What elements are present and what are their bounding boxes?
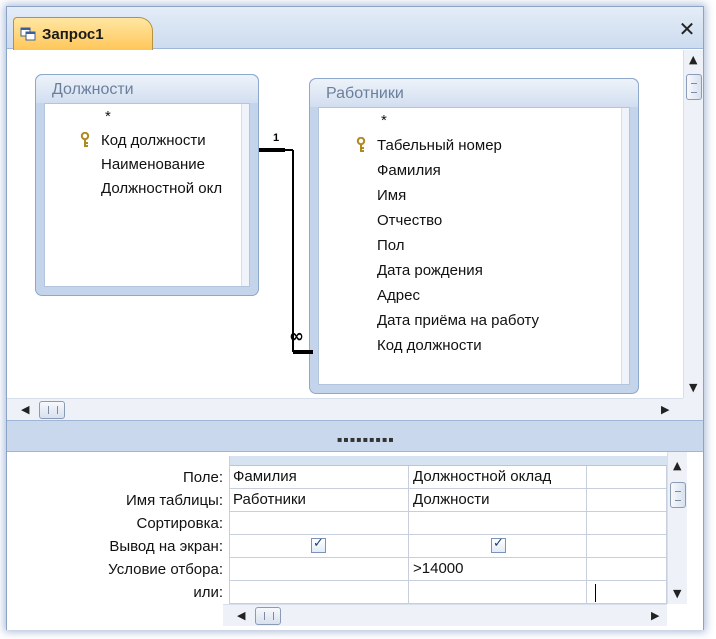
row-label-or: или:	[193, 584, 223, 601]
grid-cell-empty[interactable]	[587, 512, 667, 535]
grid-cell-table[interactable]: Должности	[409, 489, 587, 512]
grid-cell-table[interactable]: Работники	[229, 489, 409, 512]
show-checkbox[interactable]	[491, 536, 506, 553]
field-list-scrollbar[interactable]	[241, 104, 249, 286]
field-list-scrollbar[interactable]	[621, 108, 629, 384]
scroll-thumb[interactable]	[255, 607, 281, 625]
key-icon	[79, 131, 91, 148]
grid-cell-or[interactable]	[229, 581, 409, 604]
table-diagram-pane[interactable]: Должности * Код должности Наименование Д…	[7, 50, 683, 398]
field-item[interactable]: Имя	[377, 187, 406, 204]
row-label-sort: Сортировка:	[136, 515, 224, 532]
scroll-down-icon[interactable]: ▼	[673, 588, 681, 600]
grid-cell-empty[interactable]	[587, 535, 667, 558]
pane-splitter[interactable]: ▪▪▪▪▪▪▪▪▪	[7, 420, 703, 452]
query-design-grid: Поле: Имя таблицы: Сортировка: Вывод на …	[7, 452, 703, 630]
diagram-horizontal-scrollbar[interactable]: ◀ ▶	[7, 398, 683, 420]
scroll-thumb[interactable]	[686, 74, 702, 100]
key-icon	[355, 136, 367, 153]
tab-query1[interactable]: Запрос1	[13, 17, 153, 50]
grid-cell-or[interactable]	[409, 581, 587, 604]
row-label-show: Вывод на экран:	[109, 538, 223, 555]
grid-horizontal-scrollbar[interactable]: ◀ ▶	[223, 604, 667, 626]
grid-vertical-scrollbar[interactable]: ▲ ▼	[667, 452, 687, 604]
close-icon[interactable]: ✕	[677, 19, 697, 39]
scroll-left-icon[interactable]: ◀	[237, 610, 245, 622]
field-item[interactable]: Код должности	[377, 337, 482, 354]
scroll-corner	[683, 398, 703, 420]
scroll-up-icon[interactable]: ▲	[673, 460, 681, 472]
column-selector-strip[interactable]	[229, 456, 667, 466]
splitter-grip-icon[interactable]: ▪▪▪▪▪▪▪▪▪	[337, 435, 395, 444]
query-designer-window: Запрос1 ✕ Должности * Код должности Наим…	[6, 6, 704, 630]
scroll-right-icon[interactable]: ▶	[651, 610, 659, 622]
field-item[interactable]: Табельный номер	[377, 137, 502, 154]
grid-cell-criteria[interactable]	[229, 558, 409, 581]
relationship-one-label: 1	[273, 132, 280, 144]
text-cursor	[595, 584, 596, 602]
query-icon	[20, 26, 36, 42]
row-label-criteria: Условие отбора:	[108, 561, 223, 578]
table-box-employees[interactable]: Работники * Табельный номер Фамилия Имя …	[309, 78, 639, 394]
field-list: * Табельный номер Фамилия Имя Отчество П…	[318, 107, 630, 385]
scroll-down-icon[interactable]: ▼	[689, 382, 697, 394]
row-label-field: Поле:	[182, 469, 223, 486]
table-title[interactable]: Должности	[36, 75, 258, 103]
grid-cell-empty[interactable]	[587, 581, 667, 604]
scroll-up-icon[interactable]: ▲	[689, 54, 697, 66]
grid-cell-empty[interactable]	[587, 489, 667, 512]
grid-cell-field[interactable]: Должностной оклад	[409, 466, 587, 489]
field-item[interactable]: Дата приёма на работу	[377, 312, 539, 329]
field-item[interactable]: Должностной окл	[101, 180, 222, 197]
grid-cell-sort[interactable]	[409, 512, 587, 535]
field-item[interactable]: Дата рождения	[377, 262, 483, 279]
field-item[interactable]: Код должности	[101, 132, 206, 149]
scroll-left-icon[interactable]: ◀	[21, 404, 29, 416]
relationship-many-label: ∞	[289, 326, 304, 347]
scroll-thumb[interactable]	[39, 401, 65, 419]
field-item[interactable]: *	[381, 112, 387, 129]
relationship-line[interactable]	[257, 130, 317, 360]
table-title[interactable]: Работники	[310, 79, 638, 107]
grid-cell-show	[229, 535, 409, 558]
scroll-right-icon[interactable]: ▶	[661, 404, 669, 416]
document-tab-bar: Запрос1 ✕	[7, 7, 703, 50]
tab-title: Запрос1	[42, 25, 104, 43]
grid-cell-sort[interactable]	[229, 512, 409, 535]
grid-cell-empty[interactable]	[587, 558, 667, 581]
field-item[interactable]: Отчество	[377, 212, 442, 229]
field-list: * Код должности Наименование Должностной…	[44, 103, 250, 287]
field-item[interactable]: Фамилия	[377, 162, 441, 179]
grid-cell-empty[interactable]	[587, 466, 667, 489]
field-item[interactable]: *	[105, 108, 111, 125]
grid-cell-show	[409, 535, 587, 558]
scroll-thumb[interactable]	[670, 482, 686, 508]
grid-cell-field[interactable]: Фамилия	[229, 466, 409, 489]
field-item[interactable]: Пол	[377, 237, 405, 254]
grid-cell-criteria[interactable]: >14000	[409, 558, 587, 581]
show-checkbox[interactable]	[311, 536, 326, 553]
table-box-positions[interactable]: Должности * Код должности Наименование Д…	[35, 74, 259, 296]
field-item[interactable]: Адрес	[377, 287, 420, 304]
field-item[interactable]: Наименование	[101, 156, 205, 173]
diagram-vertical-scrollbar[interactable]: ▲ ▼	[683, 50, 703, 398]
row-label-table: Имя таблицы:	[125, 492, 223, 509]
